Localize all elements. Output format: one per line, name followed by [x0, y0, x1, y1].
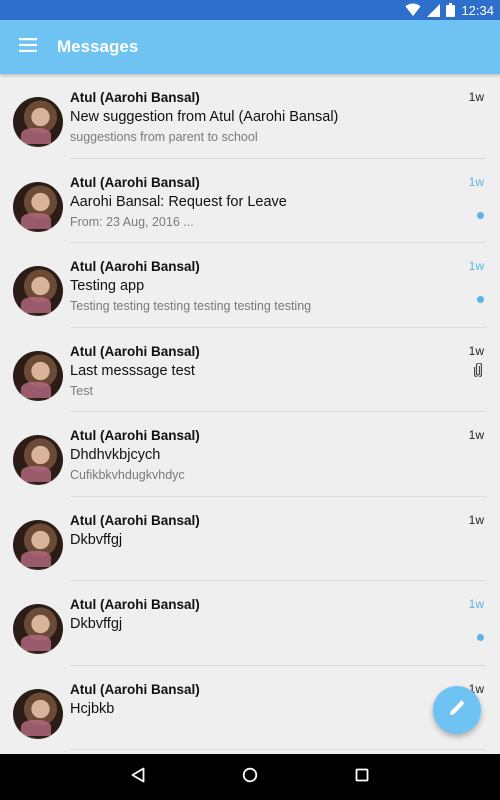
message-sender: Atul (Aarohi Bansal) — [70, 681, 200, 697]
message-subject: Dhdhvkbjcych — [70, 447, 161, 463]
status-time: 12:34 — [461, 2, 494, 18]
message-content: Atul (Aarohi Bansal) Dhdhvkbjcych Cufikb… — [70, 412, 486, 497]
message-item[interactable]: Atul (Aarohi Bansal) New suggestion from… — [0, 74, 500, 159]
message-preview: suggestions from parent to school — [70, 130, 258, 144]
home-button[interactable] — [236, 763, 264, 791]
message-subject: Hcjbkb — [70, 700, 115, 717]
system-nav-bar — [0, 754, 500, 800]
message-item[interactable]: Atul (Aarohi Bansal) Testing app Testing… — [0, 243, 500, 328]
avatar — [13, 688, 63, 739]
message-sender: Atul (Aarohi Bansal) — [70, 343, 200, 359]
unread-dot-icon — [477, 634, 484, 641]
message-sender: Atul (Aarohi Bansal) — [70, 90, 200, 105]
avatar — [13, 350, 63, 401]
avatar — [13, 519, 63, 570]
message-content: Atul (Aarohi Bansal) Dkbvffgj 1w — [70, 497, 486, 581]
message-content: Atul (Aarohi Bansal) Hcjbkb 1w — [70, 666, 486, 750]
message-item[interactable]: Atul (Aarohi Bansal) Last messsage test … — [0, 328, 500, 412]
avatar — [13, 604, 63, 654]
message-item[interactable]: Atul (Aarohi Bansal) Hcjbkb 1w — [0, 666, 500, 750]
unread-dot-icon — [477, 296, 484, 303]
message-content: Atul (Aarohi Bansal) Dkbvffgj 1w — [70, 581, 486, 666]
message-item[interactable]: Atul (Aarohi Bansal) Dkbvffgj 1w — [0, 581, 500, 666]
message-time: 1w — [468, 90, 484, 104]
message-sender: Atul (Aarohi Bansal) — [70, 259, 200, 274]
message-item[interactable]: Atul (Aarohi Bansal) Aarohi Bansal: Requ… — [0, 159, 500, 243]
message-item[interactable]: Atul (Aarohi Bansal) Dkbvffgj 1w — [0, 497, 500, 581]
message-preview: Testing testing testing testing testing … — [70, 299, 312, 313]
message-content: Atul (Aarohi Bansal) Aarohi Bansal: Requ… — [70, 159, 486, 243]
menu-button[interactable] — [0, 20, 56, 74]
signal-icon — [427, 3, 441, 17]
avatar — [13, 435, 63, 485]
battery-icon — [446, 3, 456, 17]
message-item[interactable]: Atul (Aarohi Bansal) Dhdhvkbjcych Cufikb… — [0, 412, 500, 497]
message-time: 1w — [468, 343, 484, 358]
compose-button[interactable] — [433, 686, 481, 734]
unread-dot-icon — [477, 211, 484, 219]
page-title: Messages — [57, 37, 139, 56]
message-sender: Atul (Aarohi Bansal) — [70, 428, 200, 443]
message-subject: Last messsage test — [70, 362, 195, 379]
recents-button[interactable] — [348, 763, 376, 791]
message-sender: Atul (Aarohi Bansal) — [70, 174, 200, 190]
message-subject: Dkbvffgj — [70, 531, 123, 548]
message-subject: Testing app — [70, 278, 145, 294]
message-sender: Atul (Aarohi Bansal) — [70, 512, 200, 528]
pencil-icon — [448, 699, 466, 722]
message-time: 1w — [468, 597, 484, 611]
recents-icon — [355, 768, 369, 787]
status-bar: 12:34 — [0, 0, 500, 20]
message-content: Atul (Aarohi Bansal) Last messsage test … — [70, 328, 486, 412]
message-subject: New suggestion from Atul (Aarohi Bansal) — [70, 109, 339, 125]
message-sender: Atul (Aarohi Bansal) — [70, 597, 200, 612]
message-list: Atul (Aarohi Bansal) New suggestion from… — [0, 74, 500, 754]
avatar — [13, 181, 63, 232]
attachment-icon — [473, 361, 483, 382]
message-time: 1w — [468, 259, 484, 273]
message-preview: Test — [70, 383, 93, 398]
avatar — [13, 266, 63, 316]
message-preview: From: 23 Aug, 2016 ... — [70, 214, 194, 229]
back-button[interactable] — [124, 763, 152, 791]
message-subject: Dkbvffgj — [70, 616, 123, 632]
message-time: 1w — [468, 174, 484, 189]
app-bar: Messages — [0, 20, 500, 74]
menu-icon — [19, 37, 37, 57]
home-icon — [242, 767, 258, 788]
message-time: 1w — [468, 428, 484, 442]
message-content: Atul (Aarohi Bansal) Testing app Testing… — [70, 243, 486, 328]
message-preview: Cufikbkvhdugkvhdyc — [70, 468, 185, 482]
avatar — [13, 97, 63, 147]
back-icon — [131, 767, 145, 788]
message-time: 1w — [468, 512, 484, 527]
message-content: Atul (Aarohi Bansal) New suggestion from… — [70, 74, 486, 159]
message-subject: Aarohi Bansal: Request for Leave — [70, 193, 287, 210]
wifi-icon — [405, 3, 421, 17]
